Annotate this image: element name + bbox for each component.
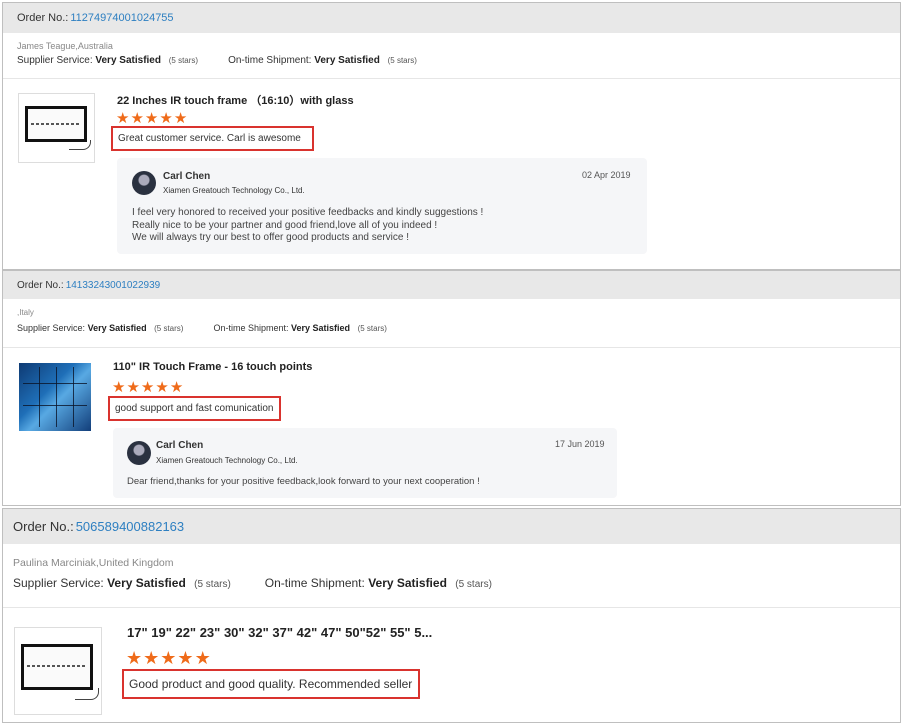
buyer-name: James Teague,Australia — [17, 41, 113, 51]
star-icon: ★ — [143, 648, 161, 668]
star-icon: ★ — [140, 379, 156, 396]
star-icon: ★ — [155, 379, 170, 396]
supplier-service-rating: Supplier Service: Very Satisfied (5 star… — [17, 55, 199, 66]
product-thumbnail[interactable] — [19, 363, 91, 431]
product-thumbnail[interactable] — [18, 93, 95, 163]
order-header: Order No.: 14133243001022939 — [3, 271, 900, 299]
star-icon: ★ — [177, 648, 195, 668]
rating-stars: ★★★★★ — [126, 648, 212, 669]
supplier-avatar — [127, 441, 151, 465]
reply-date: 02 Apr 2019 — [582, 170, 631, 180]
service-ratings: Supplier Service: Very Satisfied (5 star… — [3, 51, 900, 66]
star-icon: ★ — [130, 110, 145, 127]
divider — [3, 78, 900, 79]
reply-date: 17 Jun 2019 — [555, 439, 605, 449]
reply-line: We will always try our best to offer goo… — [132, 232, 409, 243]
star-icon: ★ — [126, 379, 141, 396]
star-icon: ★ — [126, 648, 144, 668]
order-no-label: Order No.: — [17, 279, 64, 291]
ontime-shipment-rating: On-time Shipment: Very Satisfied (5 star… — [213, 323, 387, 333]
order-card-3: Order No.: 506589400882163 Paulina Marci… — [2, 508, 901, 723]
supplier-reply: Carl Chen Xiamen Greatouch Technology Co… — [113, 428, 617, 498]
review-text: good support and fast comunication — [108, 396, 281, 421]
reply-author: Carl Chen — [163, 171, 211, 182]
supplier-reply: Carl Chen Xiamen Greatouch Technology Co… — [117, 158, 647, 254]
supplier-avatar — [132, 171, 156, 195]
rating-stars: ★★★★★ — [112, 378, 184, 396]
ontime-shipment-rating: On-time Shipment: Very Satisfied (5 star… — [228, 55, 417, 66]
product-thumbnail[interactable] — [14, 627, 102, 715]
divider — [3, 607, 900, 608]
order-card-1: Order No.: 11274974001024755 James Teagu… — [2, 2, 901, 270]
order-number-link[interactable]: 506589400882163 — [76, 519, 184, 534]
service-ratings: Supplier Service: Very Satisfied (5 star… — [3, 317, 900, 333]
buyer-name: Paulina Marciniak,United Kingdom — [13, 557, 174, 569]
order-number-link[interactable]: 11274974001024755 — [70, 12, 173, 24]
order-no-label: Order No.: — [17, 12, 69, 24]
reply-line: Dear friend,thanks for your positive fee… — [127, 476, 480, 487]
reply-company: Xiamen Greatouch Technology Co., Ltd. — [156, 456, 298, 465]
star-icon: ★ — [194, 648, 212, 668]
star-icon: ★ — [169, 379, 185, 396]
order-card-2: Order No.: 14133243001022939 ,Italy Supp… — [2, 270, 901, 506]
star-icon: ★ — [116, 110, 131, 127]
product-title-link[interactable]: 22 Inches IR touch frame （16:10）with gla… — [117, 92, 354, 108]
service-ratings: Supplier Service: Very Satisfied (5 star… — [3, 569, 900, 590]
reply-company: Xiamen Greatouch Technology Co., Ltd. — [163, 186, 305, 195]
star-icon: ★ — [159, 110, 174, 127]
supplier-service-rating: Supplier Service: Very Satisfied (5 star… — [13, 576, 231, 590]
star-icon: ★ — [160, 648, 178, 668]
review-text: Great customer service. Carl is awesome — [111, 126, 314, 151]
reply-line: I feel very honored to received your pos… — [132, 207, 484, 218]
product-title-link[interactable]: 110" IR Touch Frame - 16 touch points — [113, 361, 312, 373]
order-header: Order No.: 11274974001024755 — [3, 3, 900, 33]
order-no-label: Order No.: — [13, 519, 74, 534]
rating-stars: ★★★★★ — [116, 109, 188, 127]
reply-author: Carl Chen — [156, 440, 204, 451]
reply-line: Really nice to be your partner and good … — [132, 219, 438, 231]
divider — [3, 347, 900, 348]
star-icon: ★ — [144, 110, 160, 127]
ontime-shipment-rating: On-time Shipment: Very Satisfied (5 star… — [264, 576, 492, 590]
review-text: Good product and good quality. Recommend… — [122, 669, 420, 699]
star-icon: ★ — [112, 379, 127, 396]
star-icon: ★ — [173, 110, 189, 127]
reply-message: Dear friend,thanks for your positive fee… — [127, 476, 480, 489]
supplier-service-rating: Supplier Service: Very Satisfied (5 star… — [17, 323, 184, 333]
order-number-link[interactable]: 14133243001022939 — [66, 280, 161, 291]
buyer-name: ,Italy — [17, 308, 34, 317]
reply-message: I feel very honored to received your pos… — [132, 207, 483, 245]
product-title-link[interactable]: 17" 19" 22" 23" 30" 32" 37" 42" 47" 50"5… — [127, 625, 432, 640]
order-header: Order No.: 506589400882163 — [3, 509, 900, 544]
